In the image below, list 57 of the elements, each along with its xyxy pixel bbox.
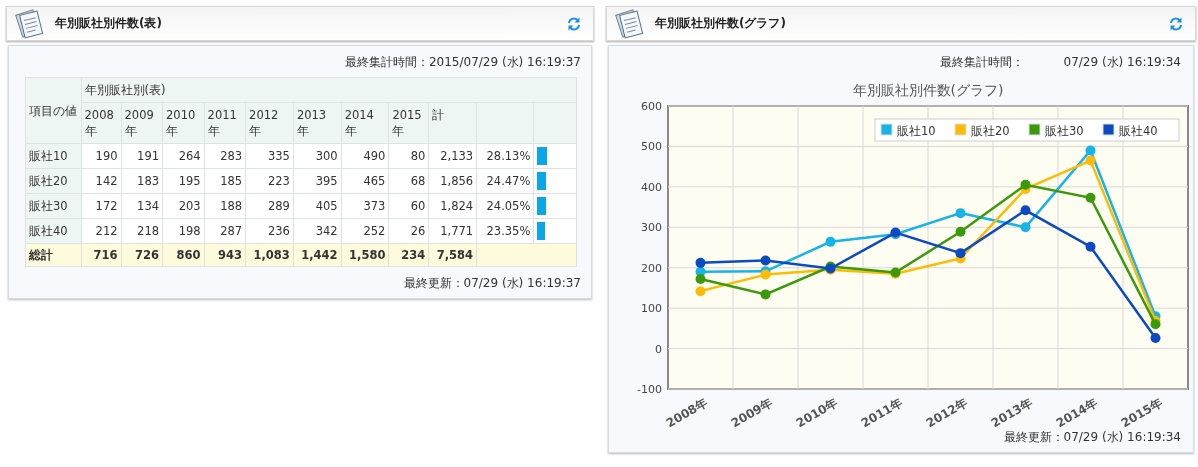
axis-tick-label: 500 bbox=[641, 140, 662, 154]
last-updated: 最終更新：07/29 (水) 16:19:37 bbox=[403, 275, 581, 292]
axis-tick-label: 600 bbox=[641, 100, 662, 113]
point bbox=[760, 255, 771, 266]
aggregation-time: 07/29 (水) 16:19:34 bbox=[1063, 54, 1181, 71]
table-header: 2010年 bbox=[162, 102, 205, 144]
document-icon bbox=[613, 8, 645, 39]
point bbox=[695, 274, 706, 285]
table-header: 項目の値 bbox=[25, 77, 82, 144]
table-header: 2015年 bbox=[388, 102, 429, 144]
panel-title: 年別販社別件数(グラフ) bbox=[655, 15, 787, 32]
table-cell: 総計 bbox=[25, 243, 82, 267]
point bbox=[955, 226, 966, 237]
table-header: 2012年 bbox=[245, 102, 294, 144]
point bbox=[760, 289, 771, 300]
document-icon bbox=[13, 8, 45, 39]
legend-label: 販社20 bbox=[971, 124, 1010, 138]
point bbox=[1085, 192, 1096, 203]
table-header: 計 bbox=[428, 102, 477, 144]
axis-tick-label: 100 bbox=[641, 302, 662, 316]
point bbox=[1085, 241, 1096, 252]
table-header: 2014年 bbox=[341, 102, 389, 144]
point bbox=[1020, 205, 1031, 216]
last-updated: 最終更新：07/29 (水) 16:19:34 bbox=[1003, 429, 1181, 446]
table-header: 2013年 bbox=[293, 102, 342, 144]
axis-tick-label: 200 bbox=[641, 261, 662, 275]
point bbox=[695, 257, 706, 268]
aggregation-label: 最終集計時間： bbox=[939, 54, 1024, 71]
axis-tick-label: 0 bbox=[655, 342, 662, 356]
refresh-icon[interactable] bbox=[1167, 14, 1185, 33]
table-header: 2011年 bbox=[204, 102, 246, 144]
point bbox=[955, 248, 966, 259]
axis-tick-label: 300 bbox=[641, 221, 662, 235]
legend-label: 販社40 bbox=[1119, 124, 1158, 138]
point bbox=[695, 286, 706, 297]
point bbox=[1150, 333, 1161, 344]
point bbox=[955, 208, 966, 219]
table-header: 2009年 bbox=[121, 102, 163, 144]
refresh-icon[interactable] bbox=[565, 14, 583, 33]
axis-tick-label: 400 bbox=[641, 180, 662, 194]
table-header: 2008年 bbox=[81, 102, 121, 144]
axis-tick-label: -100 bbox=[637, 383, 662, 396]
point bbox=[1085, 155, 1096, 166]
table-cell: 販社30 bbox=[25, 193, 82, 219]
point bbox=[1020, 179, 1031, 190]
chart-title: 年別販社別件数(グラフ) bbox=[852, 82, 1004, 98]
table-cell: 販社10 bbox=[25, 143, 82, 169]
table-cell: 販社20 bbox=[25, 168, 82, 194]
table-cell: 販社40 bbox=[25, 218, 82, 244]
aggregation-time: 最終集計時間：2015/07/29 (水) 16:19:37 bbox=[344, 54, 581, 71]
panel-title: 年別販社別件数(表) bbox=[55, 15, 163, 32]
table-header: 年別販社別(表) bbox=[81, 77, 577, 103]
point bbox=[825, 236, 836, 247]
point bbox=[1085, 145, 1096, 156]
legend-label: 販社10 bbox=[897, 124, 936, 138]
point bbox=[1020, 222, 1031, 233]
legend-label: 販社30 bbox=[1045, 124, 1084, 138]
